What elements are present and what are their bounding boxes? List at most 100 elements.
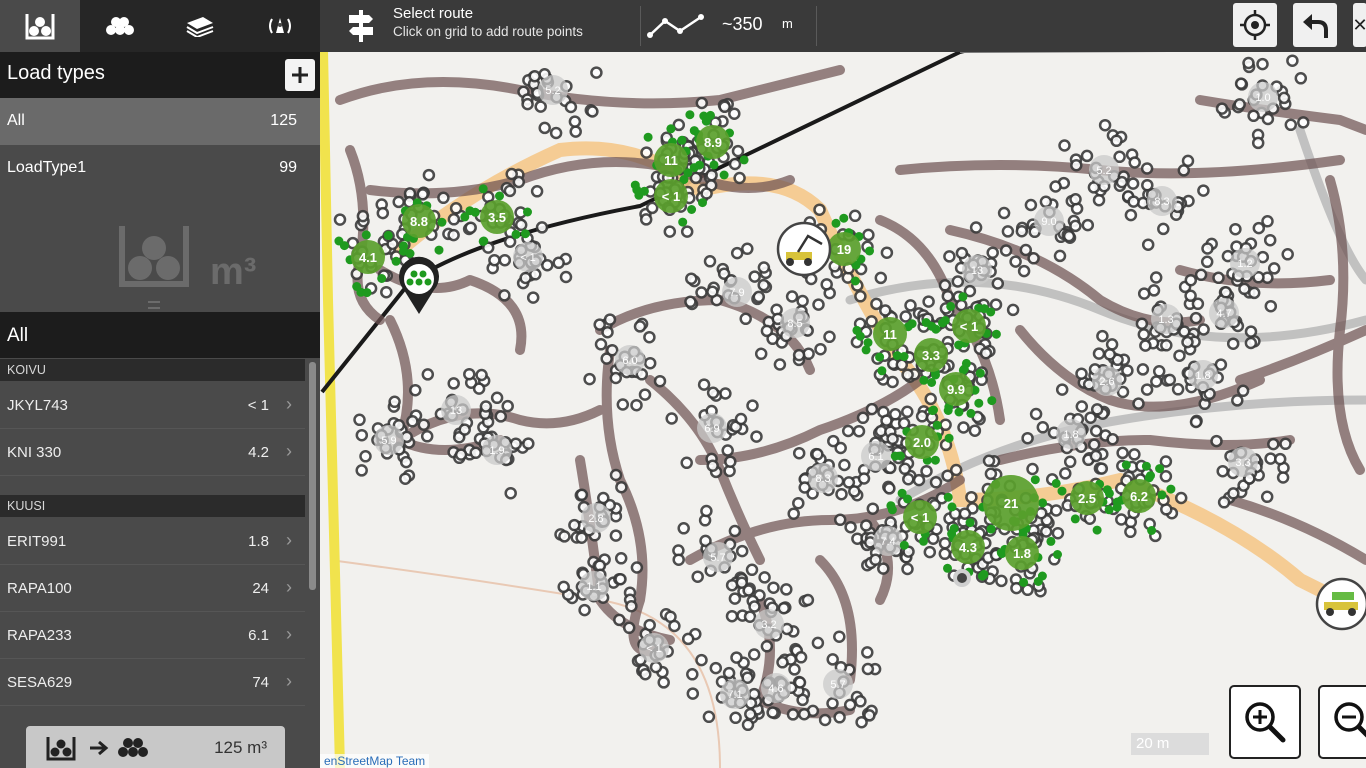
gray-cluster[interactable]: 5.2 bbox=[1089, 155, 1119, 185]
assortment-row[interactable]: RAPA100 24 › bbox=[0, 565, 305, 612]
signpost-icon bbox=[349, 10, 373, 42]
forwarder-machine-icon[interactable] bbox=[1315, 577, 1366, 631]
gray-cluster[interactable]: 2.8 bbox=[581, 503, 611, 533]
svg-text:2.0: 2.0 bbox=[913, 435, 931, 450]
chevron-right-icon: › bbox=[286, 671, 292, 691]
gray-cluster[interactable]: 1.2 bbox=[1230, 248, 1260, 278]
gray-cluster[interactable]: 2.6 bbox=[1092, 366, 1122, 396]
load-type-row-loadtype1[interactable]: LoadType1 99 bbox=[0, 145, 320, 192]
map-canvas[interactable]: 5.2 1.0 < 1 7.9 8.5 5.2 8.3 9.0 13 1.2 1.3 4.7 6.0 2.… bbox=[320, 0, 1366, 768]
gray-cluster[interactable]: 6.0 bbox=[615, 345, 645, 375]
gray-cluster[interactable]: 5.7 bbox=[703, 542, 733, 572]
gray-cluster[interactable]: 7.1 bbox=[720, 679, 750, 709]
gray-cluster[interactable]: 1.3 bbox=[1151, 304, 1181, 334]
green-cluster[interactable]: < 1 bbox=[952, 309, 986, 343]
load-types-tab-icon bbox=[25, 14, 55, 40]
assortment-row[interactable]: RAPA233 6.1 › bbox=[0, 612, 305, 659]
gray-cluster[interactable]: 5.2 bbox=[538, 75, 568, 105]
svg-text:4.7: 4.7 bbox=[1216, 308, 1231, 320]
assortment-label: RAPA100 bbox=[7, 580, 72, 597]
assortment-row[interactable]: SESA629 74 › bbox=[0, 659, 305, 706]
gray-cluster[interactable]: 4.7 bbox=[1209, 298, 1239, 328]
species-header-label: KOIVU bbox=[7, 363, 46, 377]
more-button[interactable]: ✕ bbox=[1352, 3, 1366, 47]
gray-cluster[interactable]: < 1 bbox=[639, 633, 669, 663]
green-cluster[interactable]: 2.5 bbox=[1070, 481, 1104, 515]
green-cluster[interactable]: 8.9 bbox=[696, 125, 730, 159]
gray-cluster[interactable]: 8.3 bbox=[1147, 186, 1177, 216]
gray-cluster[interactable]: 6.1 bbox=[861, 441, 891, 471]
assortment-label: SESA629 bbox=[7, 674, 73, 691]
scale-label: 20 m bbox=[1136, 735, 1170, 752]
green-cluster[interactable]: < 1 bbox=[654, 179, 688, 213]
map-scale: 20 m bbox=[1131, 733, 1209, 755]
gray-cluster[interactable]: 7.9 bbox=[722, 277, 752, 307]
green-cluster[interactable]: 3.5 bbox=[480, 200, 514, 234]
assortment-label: ERIT991 bbox=[7, 533, 67, 550]
svg-text:2.6: 2.6 bbox=[1099, 376, 1114, 388]
tab-logs[interactable] bbox=[80, 0, 160, 52]
gray-cluster[interactable]: 1.1 bbox=[579, 571, 609, 601]
green-cluster[interactable]: 4.1 bbox=[351, 240, 385, 274]
gray-cluster[interactable]: 8.5 bbox=[780, 308, 810, 338]
gray-cluster[interactable]: 5.7 bbox=[823, 669, 853, 699]
add-load-type-button[interactable] bbox=[285, 59, 315, 91]
gray-cluster[interactable]: 6.9 bbox=[697, 413, 727, 443]
green-cluster[interactable]: < 1 bbox=[903, 500, 937, 534]
gray-cluster[interactable]: 8.3 bbox=[808, 463, 838, 493]
gray-cluster[interactable]: 13 bbox=[962, 255, 992, 285]
gray-cluster[interactable]: < 1 bbox=[513, 242, 543, 272]
gray-cluster[interactable]: 1.8 bbox=[1056, 419, 1086, 449]
green-cluster[interactable]: 19 bbox=[827, 232, 861, 266]
svg-text:1.0: 1.0 bbox=[1255, 92, 1270, 104]
gray-cluster[interactable]: 7.4 bbox=[873, 526, 903, 556]
map-attribution[interactable]: enStreetMap Team bbox=[320, 754, 430, 768]
assortment-row[interactable]: ERIT991 1.8 › bbox=[0, 518, 305, 565]
green-cluster[interactable]: 8.8 bbox=[402, 204, 436, 238]
green-cluster[interactable]: 9.9 bbox=[939, 372, 973, 406]
zoom-in-button[interactable] bbox=[1229, 685, 1301, 759]
gray-cluster[interactable]: 3.3 bbox=[1228, 447, 1258, 477]
svg-text:19: 19 bbox=[837, 242, 851, 257]
svg-text:5.9: 5.9 bbox=[381, 435, 396, 447]
load-conversion-button[interactable]: 125 m³ bbox=[26, 726, 285, 768]
harvester-machine-icon[interactable] bbox=[776, 221, 832, 277]
svg-text:< 1: < 1 bbox=[911, 510, 929, 525]
logs-pile-tab-icon bbox=[106, 17, 134, 35]
zoom-out-button[interactable] bbox=[1318, 685, 1366, 759]
load-to-logs-icon bbox=[46, 737, 148, 761]
list-scrollbar[interactable] bbox=[309, 362, 316, 590]
assortment-volume: 74 bbox=[252, 674, 269, 691]
gray-cluster[interactable]: 5.9 bbox=[374, 425, 404, 455]
svg-text:1.8: 1.8 bbox=[1195, 370, 1210, 382]
route-distance-icon bbox=[647, 14, 704, 38]
green-cluster[interactable]: 11 bbox=[873, 317, 907, 351]
assortment-row[interactable]: KNI 330 4.2 › bbox=[0, 429, 305, 476]
green-cluster[interactable]: 11 bbox=[654, 143, 688, 177]
gray-cluster[interactable]: 4.6 bbox=[761, 673, 791, 703]
gray-cluster[interactable]: 9.0 bbox=[1034, 206, 1064, 236]
tab-load-types[interactable] bbox=[0, 0, 80, 52]
gray-cluster[interactable]: 1.9 bbox=[482, 435, 512, 465]
green-cluster[interactable]: 4.3 bbox=[951, 530, 985, 564]
gray-cluster[interactable]: 3.2 bbox=[754, 609, 784, 639]
gray-cluster[interactable]: 13 bbox=[441, 395, 471, 425]
zoom-out-icon bbox=[1334, 702, 1366, 738]
load-type-label: All bbox=[7, 112, 25, 129]
gray-cluster[interactable]: 1.8 bbox=[1188, 360, 1218, 390]
locate-me-button[interactable] bbox=[1233, 3, 1277, 47]
signal-tab-icon bbox=[269, 18, 291, 34]
gray-cluster[interactable]: 1.0 bbox=[1248, 82, 1278, 112]
assortment-row[interactable]: JKYL743 < 1 › bbox=[0, 382, 305, 429]
undo-button[interactable] bbox=[1293, 3, 1337, 47]
green-cluster[interactable]: 21 bbox=[983, 475, 1039, 531]
load-type-row-all[interactable]: All 125 bbox=[0, 98, 320, 145]
green-cluster[interactable]: 2.0 bbox=[905, 425, 939, 459]
green-cluster[interactable]: 6.2 bbox=[1122, 479, 1156, 513]
green-cluster[interactable]: 3.3 bbox=[914, 338, 948, 372]
chevron-right-icon: › bbox=[286, 394, 292, 414]
green-cluster[interactable]: 1.8 bbox=[1005, 536, 1039, 570]
tab-signal[interactable] bbox=[240, 0, 320, 52]
tab-layers[interactable] bbox=[160, 0, 240, 52]
svg-text:6.2: 6.2 bbox=[1130, 489, 1148, 504]
